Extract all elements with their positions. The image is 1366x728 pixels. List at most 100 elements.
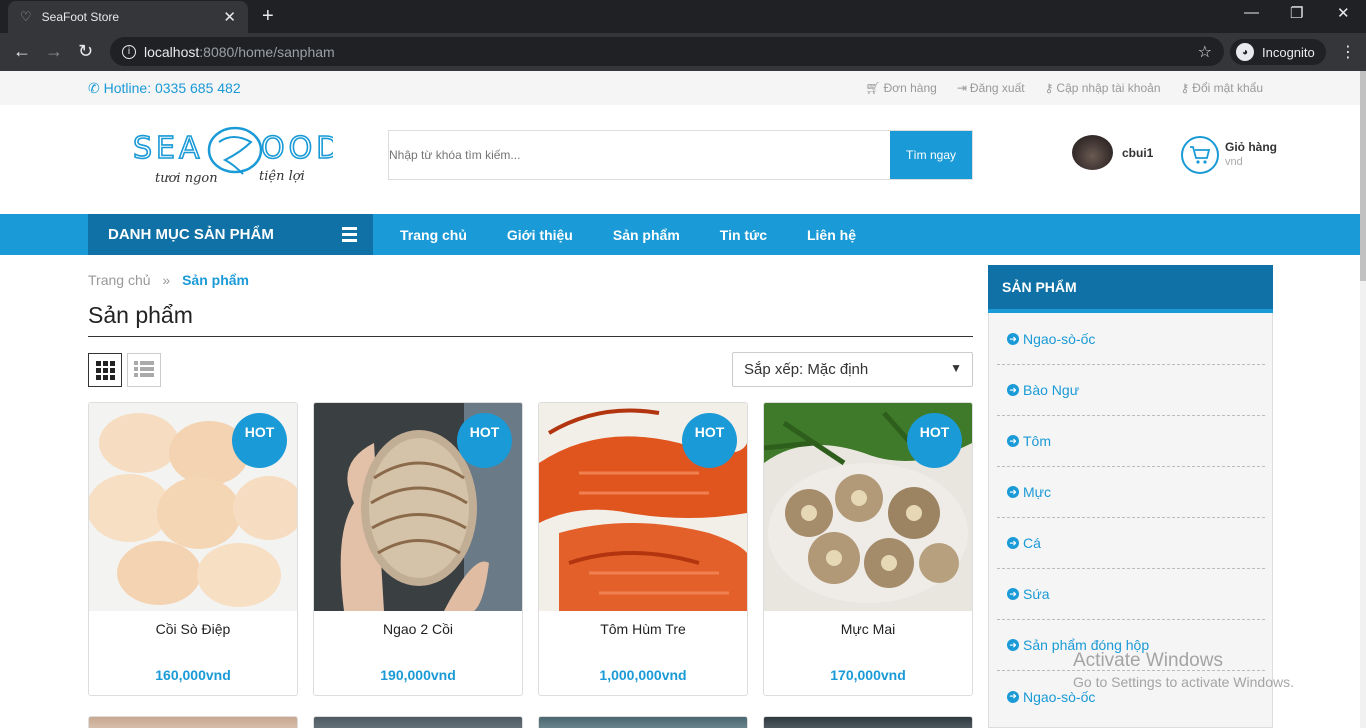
sidebar-item-label: Ngao-sò-ốc [1023, 688, 1096, 705]
hotline: ✆ Hotline: 0335 685 482 [88, 80, 241, 97]
cart-label: Giỏ hàng [1225, 140, 1277, 154]
hot-badge: HOT [457, 413, 512, 468]
product-name[interactable]: Cồi Sò Điệp [89, 621, 297, 637]
close-window-icon[interactable]: ✕ [1337, 4, 1350, 22]
grid-view-button[interactable] [88, 353, 122, 387]
key-search-icon: ⚷ [1180, 81, 1190, 95]
product-price: 160,000vnd [155, 667, 231, 683]
sidebar-item-label: Bào Ngư [1023, 382, 1080, 398]
link-update-account-label: Cập nhập tài khoản [1056, 81, 1161, 95]
cart[interactable]: Giỏ hàng vnd [1181, 136, 1277, 174]
sidebar-item-muc[interactable]: ➜ Mực [997, 467, 1265, 518]
category-menu-button[interactable]: DANH MỤC SẢN PHẨM [88, 214, 373, 255]
product-card-partial[interactable] [88, 716, 298, 728]
sort-select-value: Sắp xếp: Mặc định [744, 361, 869, 378]
cart-total: vnd [1225, 156, 1243, 168]
product-card[interactable]: HOT Cồi Sò Điệp 160,000vnd [88, 402, 298, 696]
product-card[interactable]: HOT Mực Mai 170,000vnd [763, 402, 973, 696]
product-name[interactable]: Ngao 2 Cồi [314, 621, 522, 637]
grid-icon [95, 360, 115, 380]
sort-select[interactable]: Sắp xếp: Mặc định ▼ [732, 352, 973, 387]
product-card-partial[interactable] [538, 716, 748, 728]
key-icon: ⚷ [1044, 81, 1054, 95]
nav-item-about[interactable]: Giới thiệu [507, 227, 573, 243]
sidebar-item-label: Tôm [1023, 433, 1051, 449]
sidebar-item-bao-ngu[interactable]: ➜ Bào Ngư [997, 365, 1265, 416]
restore-icon[interactable]: ❐ [1290, 4, 1303, 22]
nav-item-contact[interactable]: Liên hệ [807, 227, 856, 243]
svg-text:tiện lợi: tiện lợi [259, 169, 305, 184]
breadcrumb-current: Sản phẩm [182, 272, 249, 288]
link-orders[interactable]: 🛒︎ Đơn hàng [865, 81, 936, 95]
product-name[interactable]: Tôm Hùm Tre [539, 621, 747, 637]
sign-out-icon: ⇥ [956, 81, 967, 95]
page-title: Sản phẩm [88, 302, 193, 328]
svg-text:tươi ngon: tươi ngon [155, 171, 218, 186]
product-card-partial[interactable] [313, 716, 523, 728]
user-profile[interactable]: cbui1 [1072, 135, 1153, 170]
chevron-down-icon: ▼ [950, 361, 962, 375]
sidebar-item-label: Ngao-sò-ốc [1023, 331, 1096, 347]
page-scrollbar[interactable] [1360, 71, 1366, 728]
close-tab-icon[interactable]: ✕ [223, 8, 236, 26]
sidebar-item-ca[interactable]: ➜ Cá [997, 518, 1265, 569]
sidebar-item-ngao-so-oc[interactable]: ➜ Ngao-sò-ốc [997, 314, 1265, 365]
new-tab-icon[interactable]: + [262, 5, 274, 27]
product-price: 170,000vnd [830, 667, 906, 683]
sidebar-item-label: Mực [1023, 484, 1052, 500]
watermark-line-2: Go to Settings to activate Windows. [1073, 674, 1294, 690]
breadcrumb: Trang chủ » Sản phẩm [88, 272, 249, 288]
cart-small-icon: 🛒︎ [865, 81, 881, 95]
info-icon[interactable]: i [122, 44, 136, 59]
product-name[interactable]: Mực Mai [764, 621, 972, 637]
product-card-partial[interactable] [763, 716, 973, 728]
breadcrumb-separator: » [162, 272, 171, 288]
product-card[interactable]: HOT Tôm Hùm Tre 1,000,000vnd [538, 402, 748, 696]
minimize-icon[interactable]: — [1244, 4, 1259, 21]
back-icon[interactable]: ← [13, 41, 31, 61]
sidebar-item-sua[interactable]: ➜ Sứa [997, 569, 1265, 620]
arrow-circle-right-icon: ➜ [1007, 384, 1019, 396]
tab-title: SeaFoot Store [41, 10, 120, 24]
nav-item-home[interactable]: Trang chủ [400, 227, 467, 243]
scrollbar-thumb[interactable] [1360, 71, 1366, 281]
product-card[interactable]: HOT Ngao 2 Cồi 190,000vnd [313, 402, 523, 696]
forward-icon[interactable]: → [45, 41, 63, 61]
link-logout[interactable]: ⇥ Đăng xuất [957, 81, 1025, 95]
incognito-label: Incognito [1262, 44, 1315, 60]
url-field[interactable]: i localhost:8080/home/sanpham ☆ [110, 37, 1224, 66]
title-divider [88, 336, 973, 337]
category-menu-label: DANH MỤC SẢN PHẨM [108, 226, 274, 243]
sidebar-title: SẢN PHẨM [988, 265, 1273, 313]
account-links: 🛒︎ Đơn hàng ⇥ Đăng xuất ⚷ Cập nhập tài khoả… [865, 81, 1263, 95]
search-form: Tìm ngay [388, 130, 973, 180]
heart-icon: ♡ [20, 9, 32, 24]
bookmark-star-icon[interactable]: ☆ [1198, 42, 1212, 62]
link-orders-label: Đơn hàng [883, 81, 937, 95]
sidebar-item-tom[interactable]: ➜ Tôm [997, 416, 1265, 467]
nav-item-products[interactable]: Sản phẩm [613, 227, 680, 243]
url-path: :8080/home/sanpham [199, 43, 335, 60]
main-nav: DANH MỤC SẢN PHẨM Trang chủ Giới thiệu S… [0, 214, 1360, 255]
list-view-button[interactable] [127, 353, 161, 387]
browser-menu-icon[interactable]: ⋮ [1340, 42, 1356, 62]
incognito-icon: ◕ [1236, 43, 1254, 61]
link-change-password[interactable]: ⚷ Đổi mật khẩu [1181, 81, 1264, 95]
reload-icon[interactable]: ↻ [78, 41, 93, 61]
list-icon [134, 361, 154, 379]
arrow-circle-right-icon: ➜ [1007, 690, 1019, 703]
sidebar-item-label: Cá [1023, 535, 1041, 551]
nav-item-news[interactable]: Tin tức [720, 227, 767, 243]
browser-tab[interactable]: ♡ SeaFoot Store ✕ [8, 1, 248, 33]
arrow-circle-right-icon: ➜ [1007, 537, 1019, 549]
site-logo[interactable]: SEA OOD tươi ngon tiện lợi [132, 120, 340, 190]
incognito-badge[interactable]: ◕ Incognito [1230, 39, 1326, 65]
search-input[interactable] [389, 131, 890, 179]
breadcrumb-home[interactable]: Trang chủ [88, 272, 151, 288]
address-bar: ← → ↻ i localhost:8080/home/sanpham ☆ ◕ … [0, 33, 1366, 71]
link-update-account[interactable]: ⚷ Cập nhập tài khoản [1045, 81, 1161, 95]
arrow-circle-right-icon: ➜ [1007, 486, 1019, 498]
hamburger-icon [342, 227, 357, 245]
username: cbui1 [1122, 145, 1154, 160]
search-button[interactable]: Tìm ngay [890, 131, 972, 179]
